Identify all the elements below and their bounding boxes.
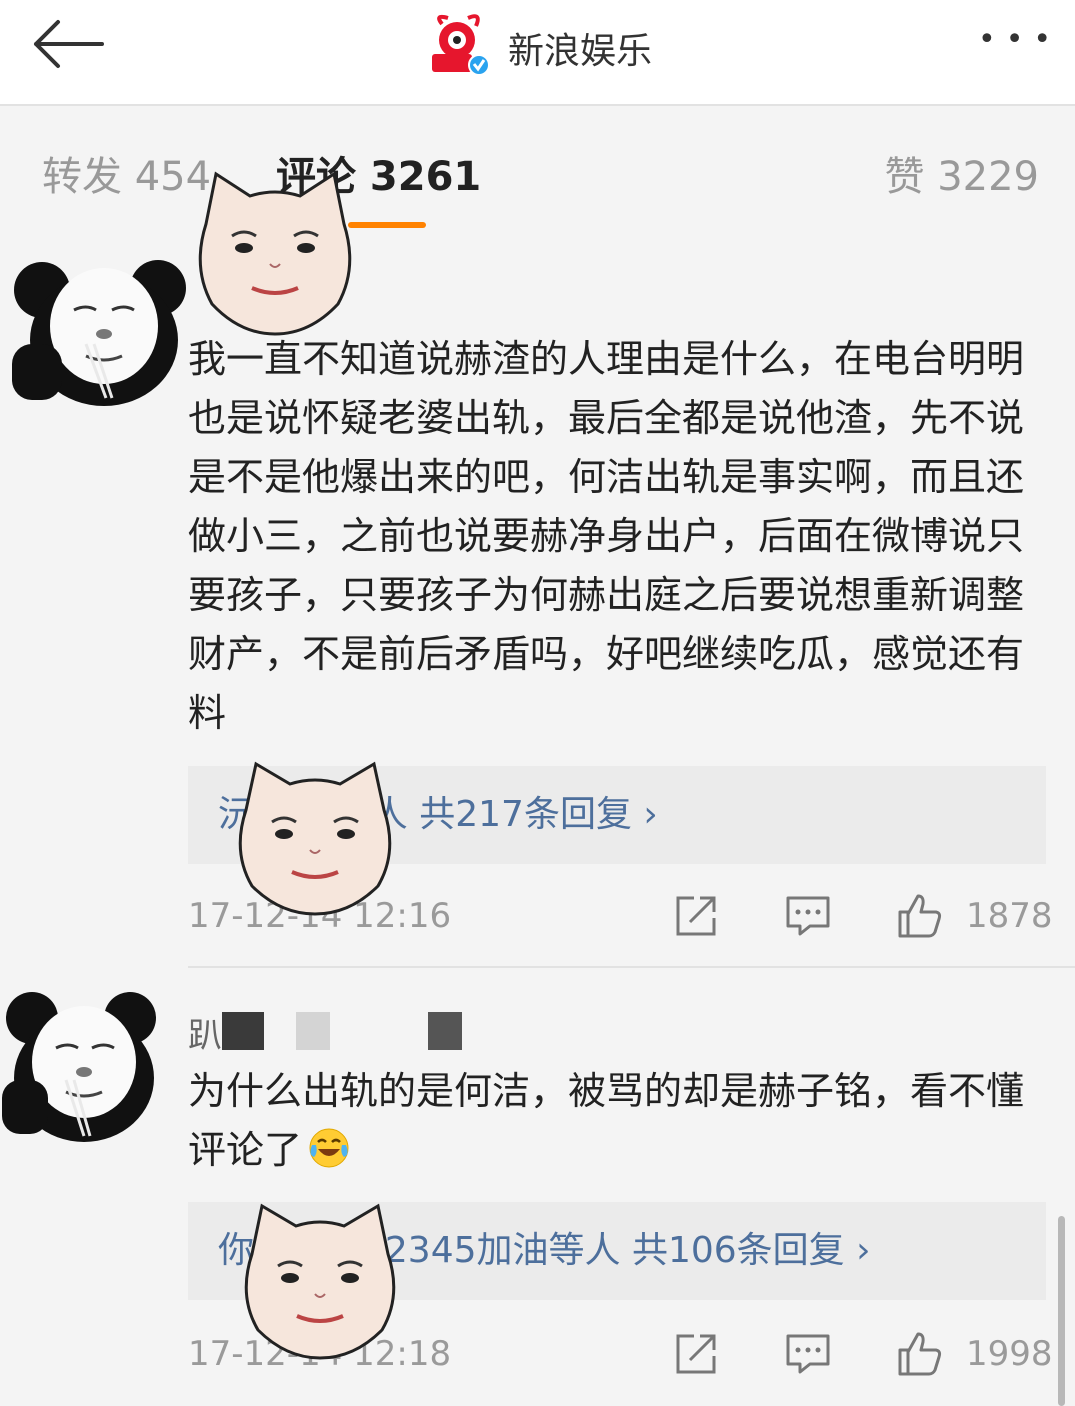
- share-icon[interactable]: [672, 1330, 720, 1378]
- panda-meme-avatar[interactable]: [0, 988, 168, 1146]
- share-icon[interactable]: [672, 892, 720, 940]
- laughing-crying-emoji-icon: [309, 1128, 349, 1168]
- more-options-button[interactable]: •••: [978, 20, 1061, 60]
- page-title: 新浪娱乐: [508, 31, 653, 72]
- redaction-block: [428, 1012, 462, 1050]
- scrollbar[interactable]: [1058, 1216, 1065, 1406]
- username-redacted[interactable]: 趴: [188, 1008, 508, 1056]
- active-tab-indicator: [348, 222, 426, 228]
- comment-text: 为什么出轨的是何洁，被骂的却是赫子铭，看不懂评论了: [188, 1069, 1025, 1172]
- thumbs-up-icon[interactable]: [896, 1330, 944, 1378]
- comment-text: 我一直不知道说赫渣的人理由是什么，在电台明明也是说怀疑老婆出轨，最后全都是说他渣…: [188, 337, 1025, 735]
- top-navigation-bar: 新浪娱乐 •••: [0, 0, 1075, 106]
- username-fragment: 趴: [188, 1016, 222, 1056]
- like-count: 1878: [966, 896, 1053, 936]
- cat-face-sticker: [198, 171, 352, 336]
- redaction-block: [296, 1012, 330, 1050]
- tab-repost[interactable]: 转发 454: [42, 152, 211, 202]
- cat-face-sticker: [244, 1203, 396, 1360]
- sina-entertainment-avatar[interactable]: [424, 10, 494, 80]
- comment-icon[interactable]: [784, 892, 832, 940]
- tab-bar: 转发 454 评论 3261 赞 3229: [0, 106, 1075, 236]
- tab-like[interactable]: 赞 3229: [884, 152, 1039, 202]
- cat-face-sticker: [238, 761, 392, 916]
- thumbs-up-icon[interactable]: [896, 892, 944, 940]
- panda-meme-avatar[interactable]: [8, 248, 190, 410]
- comment-icon[interactable]: [784, 1330, 832, 1378]
- like-count: 1998: [966, 1334, 1053, 1374]
- back-arrow-icon[interactable]: [28, 14, 108, 74]
- comment-divider: [188, 966, 1075, 968]
- redaction-block: [222, 1012, 264, 1050]
